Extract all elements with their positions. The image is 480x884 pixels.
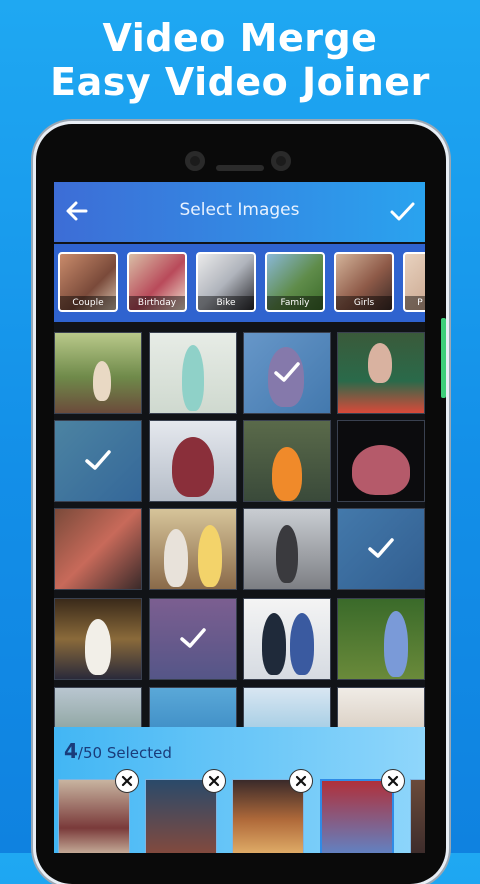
- category-label: Bike: [198, 296, 254, 310]
- category-label: Family: [267, 296, 323, 310]
- selected-count: 4: [64, 739, 78, 763]
- page-title: Select Images: [179, 200, 300, 220]
- category-girls[interactable]: Girls: [334, 252, 394, 312]
- category-partial[interactable]: P: [403, 252, 425, 312]
- promo-title-line2: Easy Video Joiner: [50, 60, 430, 104]
- photo-tile[interactable]: [243, 420, 331, 502]
- category-strip: Couple Birthday Bike Family Girls P: [54, 244, 425, 322]
- selection-count: 4/50 Selected: [64, 739, 172, 763]
- promo-title-line1: Video Merge: [102, 16, 378, 60]
- photo-tile[interactable]: [337, 332, 425, 414]
- photo-tile[interactable]: [243, 598, 331, 680]
- close-icon[interactable]: [202, 769, 226, 793]
- phone-side-button: [441, 318, 446, 398]
- top-app-bar: Select Images: [54, 182, 425, 242]
- category-bike[interactable]: Bike: [196, 252, 256, 312]
- check-icon: [85, 450, 111, 470]
- photo-tile-selected[interactable]: [243, 332, 331, 414]
- photo-tile[interactable]: [149, 420, 237, 502]
- close-icon[interactable]: [115, 769, 139, 793]
- close-icon[interactable]: [381, 769, 405, 793]
- category-family[interactable]: Family: [265, 252, 325, 312]
- category-label: Birthday: [129, 296, 185, 310]
- category-label: P: [405, 296, 425, 310]
- check-icon: [180, 628, 206, 648]
- photo-tile[interactable]: [54, 598, 142, 680]
- check-icon[interactable]: [387, 196, 417, 226]
- photo-tile[interactable]: [149, 508, 237, 590]
- photo-tile[interactable]: [243, 508, 331, 590]
- photo-tile[interactable]: [54, 508, 142, 590]
- selected-total-label: /50 Selected: [77, 744, 172, 762]
- photo-tile[interactable]: [337, 420, 425, 502]
- photo-tile-selected[interactable]: [149, 598, 237, 680]
- photo-tile[interactable]: [149, 332, 237, 414]
- front-camera-icon: [185, 151, 205, 171]
- photo-tile-selected[interactable]: [54, 420, 142, 502]
- app-screen: Select Images Couple Birthday Bike Famil…: [54, 182, 425, 853]
- close-icon[interactable]: [289, 769, 313, 793]
- selection-panel: 4/50 Selected: [54, 727, 425, 853]
- speaker-slot: [216, 165, 264, 171]
- category-couple[interactable]: Couple: [58, 252, 118, 312]
- selected-thumb[interactable]: [410, 779, 425, 853]
- photo-tile-selected[interactable]: [337, 508, 425, 590]
- front-sensor-icon: [271, 151, 291, 171]
- category-birthday[interactable]: Birthday: [127, 252, 187, 312]
- check-icon: [274, 362, 300, 382]
- category-label: Couple: [60, 296, 116, 310]
- photo-tile[interactable]: [337, 598, 425, 680]
- category-label: Girls: [336, 296, 392, 310]
- photo-tile[interactable]: [54, 332, 142, 414]
- check-icon: [368, 538, 394, 558]
